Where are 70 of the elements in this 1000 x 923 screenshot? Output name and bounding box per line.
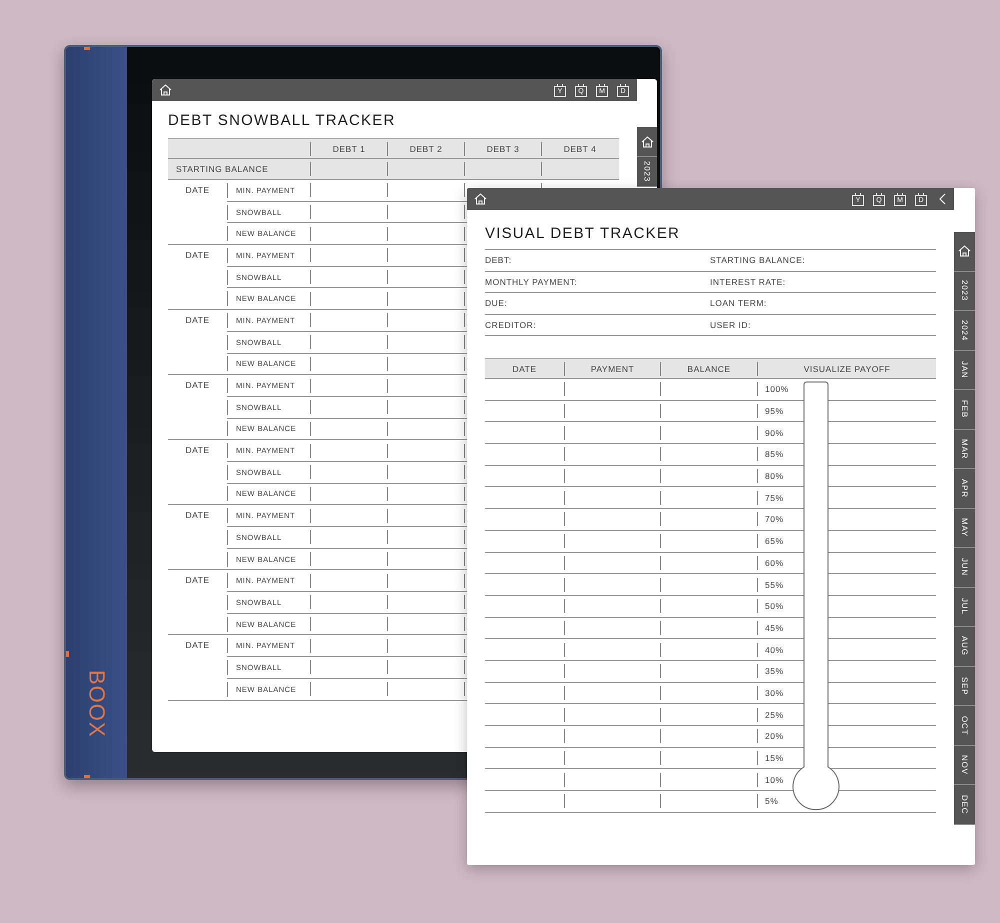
percent-label: 5% (765, 796, 778, 806)
percent-label: 25% (765, 710, 784, 720)
brand-logo: BOOX (84, 670, 110, 738)
page-title: VISUAL DEBT TRACKER (485, 225, 682, 243)
date-label: DATE (185, 575, 210, 586)
column-header: DATE (512, 364, 537, 374)
back-chevron-icon[interactable] (939, 193, 946, 205)
percent-label: 80% (765, 471, 784, 482)
field-label: DUE: (485, 298, 508, 308)
percent-label: 75% (765, 492, 784, 503)
side-tab[interactable]: AUG (954, 627, 975, 666)
date-label: DATE (185, 445, 210, 456)
date-label: DATE (185, 315, 210, 326)
home-tab[interactable] (637, 127, 657, 157)
percent-label: 85% (765, 449, 784, 460)
column-header: BALANCE (687, 364, 731, 374)
field-label: LOAN TERM: (710, 298, 767, 308)
percent-label: 55% (765, 580, 784, 590)
date-label: DATE (185, 640, 210, 650)
side-tab[interactable]: JAN (954, 350, 975, 390)
field-label: CREDITOR: (485, 320, 536, 330)
percent-label: 35% (765, 666, 784, 676)
percent-label: 90% (765, 428, 784, 438)
percent-label: 65% (765, 536, 784, 546)
percent-label: 15% (765, 753, 784, 764)
field-label: STARTING BALANCE: (710, 255, 806, 266)
column-header: PAYMENT (590, 364, 634, 374)
percent-label: 95% (765, 406, 784, 416)
home-tab[interactable] (954, 232, 975, 272)
page-title: DEBT SNOWBALL TRACKER (168, 112, 396, 130)
percent-label: 60% (765, 558, 784, 568)
side-tab[interactable]: DEC (954, 785, 975, 824)
home-icon[interactable] (159, 84, 172, 96)
side-tab[interactable]: JUN (954, 548, 975, 588)
side-tab[interactable]: 2023 (954, 272, 975, 311)
percent-label: 10% (765, 774, 784, 785)
home-icon[interactable] (474, 193, 487, 205)
side-tab[interactable]: FEB (954, 390, 975, 430)
row-label: STARTING BALANCE (176, 164, 268, 174)
field-label: INTEREST RATE: (710, 276, 786, 287)
field-label: MONTHLY PAYMENT: (485, 276, 578, 287)
percent-label: 45% (765, 622, 784, 633)
percent-label: 20% (765, 731, 784, 742)
column-header: VISUALIZE PAYOFF (804, 364, 890, 374)
side-tab[interactable]: MAR (954, 430, 975, 469)
date-label: DATE (185, 185, 210, 195)
percent-label: 100% (765, 384, 789, 394)
percent-label: 40% (765, 644, 784, 655)
date-label: DATE (185, 250, 210, 260)
percent-label: 30% (765, 688, 784, 698)
field-label: USER ID: (710, 320, 751, 330)
side-tab[interactable]: SEP (954, 666, 975, 706)
side-tab[interactable]: JUL (954, 588, 975, 627)
side-tab[interactable]: 2023 (637, 157, 657, 187)
date-label: DATE (185, 380, 210, 390)
side-tab[interactable]: 2024 (954, 311, 975, 350)
home-icon[interactable] (640, 136, 654, 148)
percent-label: 70% (765, 514, 784, 524)
column-header: DEBT 1 (332, 144, 366, 154)
side-tab[interactable]: MAY (954, 508, 975, 548)
percent-label: 50% (765, 601, 784, 612)
home-icon[interactable] (958, 245, 971, 258)
side-tab[interactable]: NOV (954, 746, 975, 785)
column-header: DEBT 4 (564, 144, 596, 154)
field-label: DEBT: (485, 255, 512, 266)
side-tab[interactable]: APR (954, 469, 975, 508)
date-label: DATE (185, 510, 210, 520)
column-header: DEBT 3 (486, 144, 520, 154)
side-tab[interactable]: OCT (954, 706, 975, 746)
column-header: DEBT 2 (410, 144, 442, 154)
